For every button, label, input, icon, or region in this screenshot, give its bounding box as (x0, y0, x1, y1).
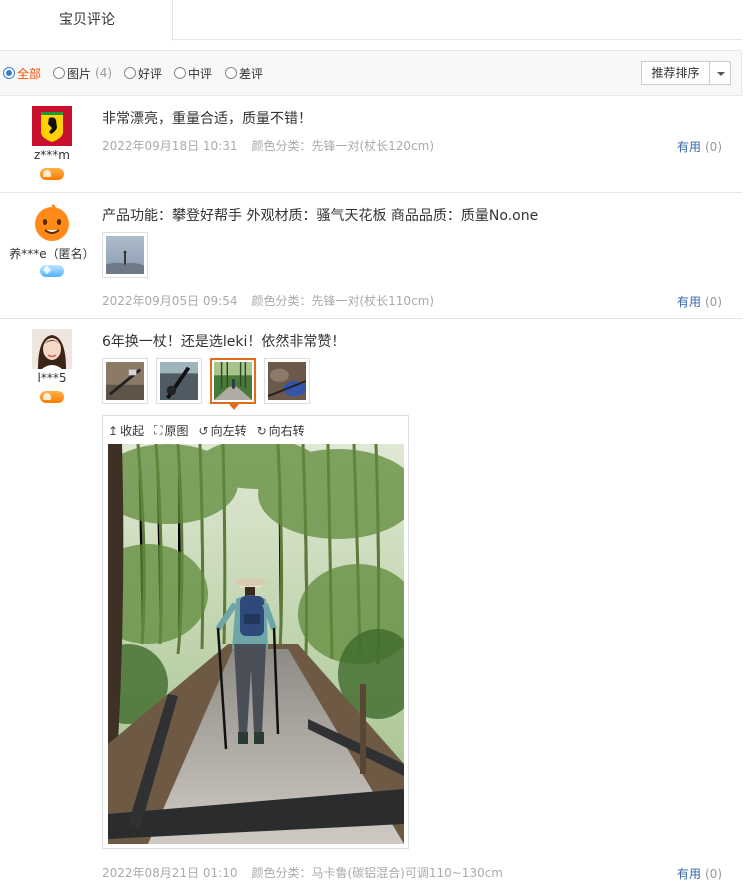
useful-label[interactable]: 有用 (677, 867, 701, 881)
review-date: 2022年09月18日 10:31 (102, 139, 238, 153)
username[interactable]: l***5 (0, 371, 104, 385)
heart-level-badge-icon (40, 168, 64, 180)
review-filter-bar: 全部 图片 (4) 好评 中评 差评 推荐排序 (0, 50, 742, 96)
review-photo-thumbnail-active[interactable] (210, 358, 256, 410)
heart-level-badge-icon (40, 391, 64, 403)
review-photo-thumbnail[interactable] (264, 358, 310, 404)
review-photo-thumbnail[interactable] (102, 232, 148, 278)
diamond-level-badge-icon (40, 265, 64, 277)
filter-radio-images[interactable]: 图片 (4) (53, 65, 112, 81)
rotate-left-icon: ↺ (198, 423, 209, 438)
review-content: 6年换一杖！还是选leki！依然非常赞！ (102, 334, 346, 350)
image-count: (4) (95, 66, 113, 80)
radio-icon[interactable] (124, 67, 136, 79)
review-content: 非常漂亮，重量合适，质量不错！ (102, 111, 312, 127)
trekking-pole-photo (106, 362, 144, 400)
useful-button[interactable]: 有用 (0) (677, 865, 722, 882)
rotate-right-icon: ↻ (256, 423, 267, 438)
bamboo-hiker-photo (214, 362, 252, 400)
username[interactable]: 养***e（匿名） (0, 245, 104, 262)
review-sku: 颜色分类：马卡鲁(碳铝混合)可调110~130cm (251, 866, 503, 880)
review-sku: 颜色分类：先锋一对(杖长120cm) (251, 139, 435, 153)
review-meta: 2022年09月18日 10:31 颜色分类：先锋一对(杖长120cm) (102, 137, 434, 154)
review-item: z***m 非常漂亮，重量合适，质量不错！ 2022年09月18日 10:31 颜… (0, 96, 742, 193)
woman-portrait-avatar-image (32, 329, 72, 369)
review-date: 2022年08月21日 01:10 (102, 866, 238, 880)
review-meta: 2022年09月05日 09:54 颜色分类：先锋一对(杖长110cm) (102, 292, 434, 309)
review-item: l***5 6年换一杖！还是选leki！依然非常赞！ ↥ 收起 ⛶ 原图 ↺ 向… (0, 319, 742, 887)
avatar[interactable] (32, 106, 72, 146)
review-meta: 2022年08月21日 01:10 颜色分类：马卡鲁(碳铝混合)可调110~130… (102, 864, 503, 881)
avatar[interactable] (32, 329, 72, 369)
radio-icon[interactable] (53, 67, 65, 79)
expand-icon: ⛶ (154, 423, 163, 437)
review-item: 养***e（匿名） 产品功能：攀登好帮手 外观材质：骚气天花板 商品品质：质量N… (0, 193, 742, 319)
tab-bar: 宝贝评论 (0, 0, 742, 41)
viewer-toolbar: ↥ 收起 ⛶ 原图 ↺ 向左转 ↻ 向右转 (108, 422, 315, 439)
useful-count: (0) (705, 867, 722, 881)
bamboo-hiker-large-photo (108, 444, 404, 844)
image-viewer: ↥ 收起 ⛶ 原图 ↺ 向左转 ↻ 向右转 (102, 415, 409, 849)
rotate-left-button[interactable]: ↺ 向左转 (199, 422, 247, 439)
rocky-trail-photo (267, 362, 307, 400)
useful-button[interactable]: 有用 (0) (677, 293, 722, 310)
avatar[interactable] (32, 203, 72, 243)
filter-radio-positive[interactable]: 好评 (124, 65, 162, 81)
viewer-photo[interactable] (108, 444, 404, 844)
username[interactable]: z***m (0, 148, 104, 162)
ferrari-logo-avatar-image (32, 106, 72, 146)
tab-item-reviews[interactable]: 宝贝评论 (0, 0, 173, 41)
useful-button[interactable]: 有用 (0) (677, 138, 722, 155)
rotate-right-button[interactable]: ↻ 向右转 (257, 422, 305, 439)
useful-count: (0) (705, 295, 722, 309)
pole-handle-photo (160, 362, 198, 400)
filter-radio-all[interactable]: 全部 (3, 65, 41, 81)
sort-dropdown[interactable]: 推荐排序 (641, 61, 731, 85)
review-date: 2022年09月05日 09:54 (102, 294, 238, 308)
review-content: 产品功能：攀登好帮手 外观材质：骚气天花板 商品品质：质量No.one (102, 208, 539, 224)
review-photo-thumbnail[interactable] (102, 358, 148, 404)
original-image-button[interactable]: ⛶ 原图 (154, 422, 188, 439)
useful-label[interactable]: 有用 (677, 295, 701, 309)
radio-icon[interactable] (174, 67, 186, 79)
chevron-down-icon[interactable] (710, 62, 730, 84)
collapse-icon: ↥ (108, 423, 119, 438)
review-photo-thumbnail[interactable] (156, 358, 202, 404)
review-sku: 颜色分类：先锋一对(杖长110cm) (251, 294, 435, 308)
useful-label[interactable]: 有用 (677, 140, 701, 154)
orange-mascot-avatar-image (32, 203, 72, 243)
collapse-button[interactable]: ↥ 收起 (108, 422, 144, 439)
useful-count: (0) (705, 140, 722, 154)
misty-summit-photo (106, 236, 144, 274)
filter-radio-neutral[interactable]: 中评 (174, 65, 212, 81)
filter-radio-negative[interactable]: 差评 (225, 65, 263, 81)
sort-label[interactable]: 推荐排序 (642, 62, 710, 84)
radio-icon[interactable] (225, 67, 237, 79)
radio-checked-icon[interactable] (3, 67, 15, 79)
